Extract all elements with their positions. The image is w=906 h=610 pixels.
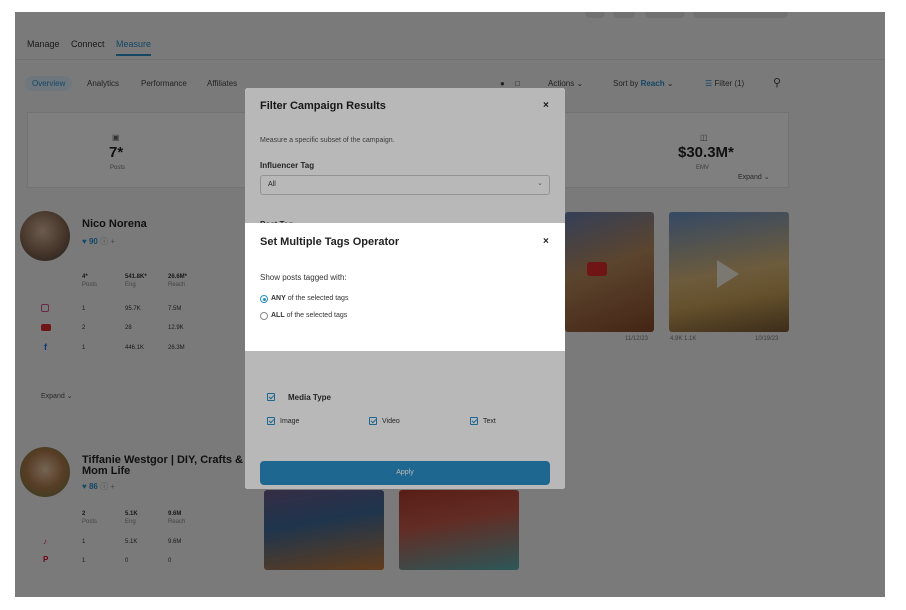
radio-all[interactable] [260, 312, 268, 320]
tags-operator-dialog: Set Multiple Tags Operator × Show posts … [245, 223, 565, 351]
tags-dialog-prompt: Show posts tagged with: [260, 273, 347, 282]
close-icon[interactable]: × [543, 236, 549, 247]
radio-any-label[interactable]: ANY of the selected tags [271, 295, 348, 302]
radio-any[interactable] [260, 295, 268, 303]
tags-dialog-title: Set Multiple Tags Operator [260, 236, 400, 248]
app-window: Manage Connect Measure Overview Analytic… [15, 12, 885, 597]
radio-all-label[interactable]: ALL of the selected tags [271, 312, 347, 319]
